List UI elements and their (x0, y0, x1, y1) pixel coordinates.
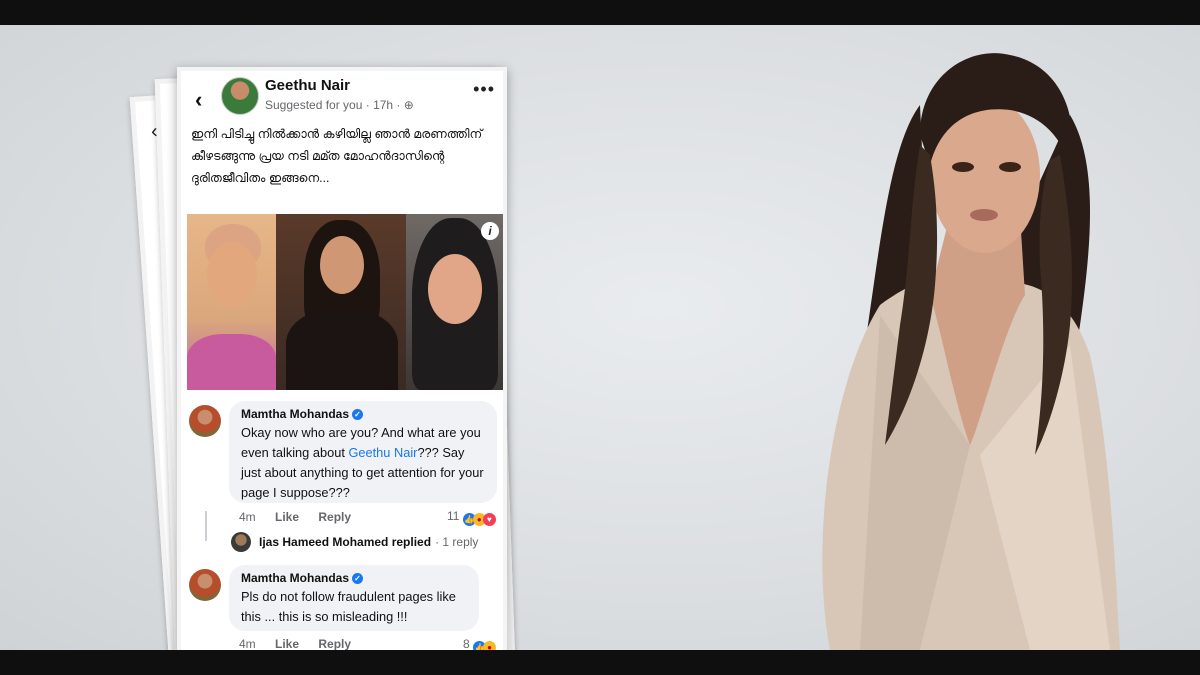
more-options-icon[interactable]: ••• (473, 79, 495, 100)
post-meta: Suggested for you · 17h · ⊕ (265, 98, 414, 112)
commenter-avatar[interactable] (189, 405, 221, 437)
mention-link[interactable]: Geethu Nair (348, 445, 417, 460)
like-button[interactable]: Like (275, 510, 299, 524)
thread-line (205, 511, 207, 541)
replier-avatar[interactable] (231, 532, 251, 552)
comment-actions: 4m Like Reply (239, 637, 367, 650)
care-reaction-icon: ● (483, 641, 497, 650)
photo-bald-woman (187, 214, 276, 390)
comment-bubble: Mamtha Mohandas ✓ Okay now who are you? A… (229, 401, 497, 503)
reply-thread-link[interactable]: Ijas Hameed Mohamed replied · 1 reply (259, 535, 478, 549)
facebook-post-screenshot: ‹ Geethu Nair Suggested for you · 17h · … (177, 67, 507, 650)
love-reaction-icon: ♥ (482, 513, 496, 526)
comment-bubble: Mamtha Mohandas ✓ Pls do not follow fraud… (229, 565, 479, 631)
page-name[interactable]: Geethu Nair (265, 77, 350, 94)
portrait-photo (822, 53, 1120, 650)
image-stage: ‹ ‹ Geethu Nair Suggested for you · 17h … (0, 25, 1200, 650)
comment-time: 4m (239, 510, 256, 524)
back-arrow-icon[interactable]: ‹ (195, 87, 202, 113)
commenter-avatar[interactable] (189, 569, 221, 601)
reaction-summary[interactable]: 8 👍 ● (463, 637, 497, 650)
verified-badge-icon: ✓ (352, 573, 364, 584)
comment-author[interactable]: Mamtha Mohandas ✓ (241, 571, 467, 585)
reply-button[interactable]: Reply (318, 510, 351, 524)
comment-author[interactable]: Mamtha Mohandas ✓ (241, 407, 485, 421)
page-avatar[interactable] (221, 77, 259, 115)
post-caption: ഇനി പിടിച്ചു നിൽക്കാൻ കഴിയില്ല ഞാൻ മരണത്… (191, 127, 483, 185)
photo-woman-black-dress (276, 214, 406, 390)
comment-text: Pls do not follow fraudulent pages like … (241, 589, 456, 624)
reaction-count: 8 (463, 637, 470, 650)
reaction-summary[interactable]: 11 👍 ● ♥ (447, 509, 496, 526)
like-button[interactable]: Like (275, 637, 299, 650)
verified-badge-icon: ✓ (352, 409, 364, 420)
photo-woman-hood: i (406, 214, 503, 390)
comment-actions: 4m Like Reply (239, 510, 367, 524)
reply-button[interactable]: Reply (318, 637, 351, 650)
post-photo-collage[interactable]: i (187, 214, 503, 390)
comment-time: 4m (239, 637, 256, 650)
comment-text: Okay now who are you? And what are you e… (241, 425, 484, 500)
info-icon[interactable]: i (481, 222, 499, 240)
reaction-count: 11 (447, 509, 460, 523)
